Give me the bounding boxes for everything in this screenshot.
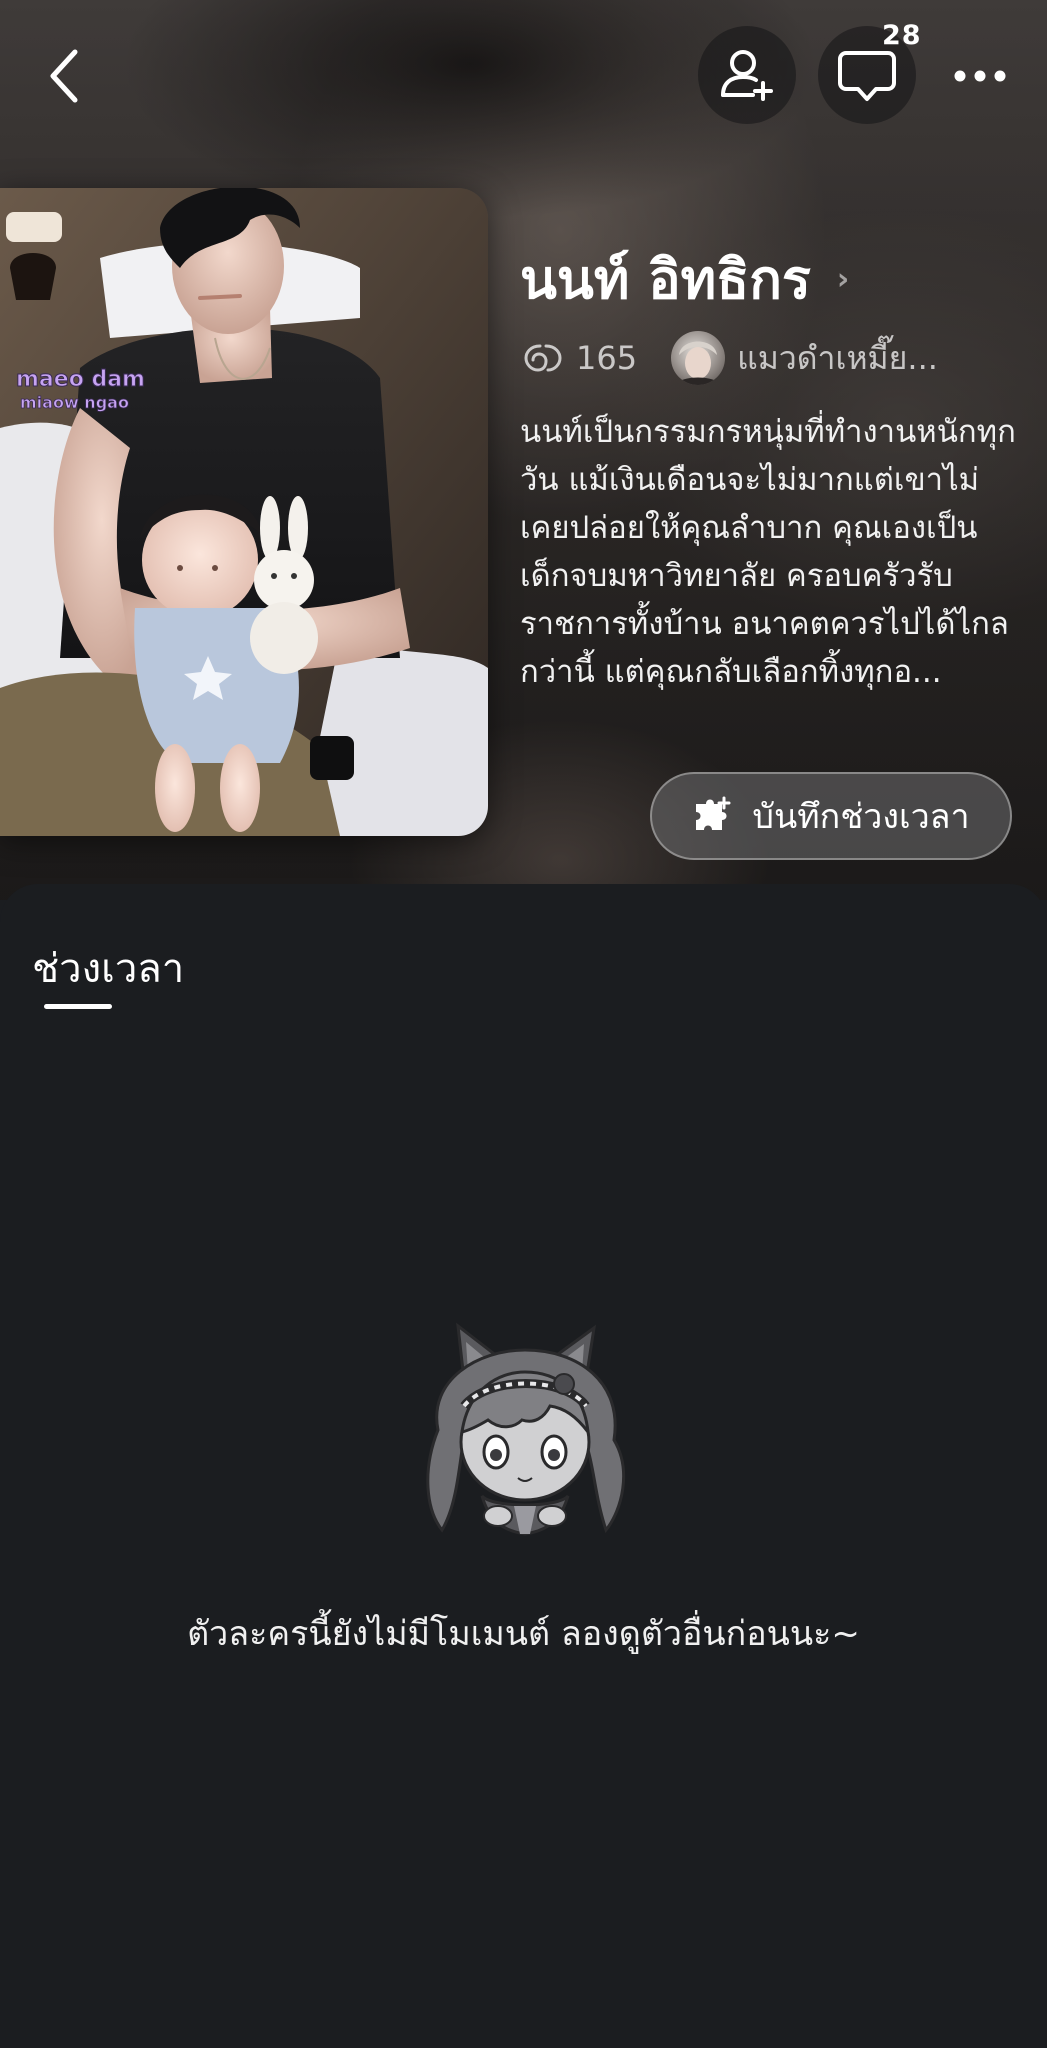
creator-avatar[interactable] <box>671 331 726 385</box>
save-moment-label: บันทึกช่วงเวลา <box>752 797 970 837</box>
more-horizontal-icon <box>954 70 1006 82</box>
follow-button[interactable] <box>698 26 796 124</box>
add-user-icon <box>721 50 773 101</box>
chevron-left-icon <box>50 49 78 103</box>
cover-watermark-sub: miaow ngao <box>20 393 129 412</box>
puzzle-plus-icon <box>696 796 731 830</box>
moments-panel: ช่วงเวลา ตัวละครนี้ยังไม่มีโมเมนต์ ลองดู… <box>0 884 1047 2048</box>
character-description: นนท์เป็นกรรมกรหนุ่มที่ทำงานหนักทุกวัน แม… <box>520 414 1016 690</box>
creator-name[interactable]: แมวดำเหมี๊ย... <box>737 333 938 384</box>
character-name: นนท์ อิทธิกร <box>520 248 811 311</box>
character-stats: 165 แมวดำเหมี๊ย... <box>522 330 938 386</box>
tab-moments[interactable]: ช่วงเวลา <box>32 936 184 1000</box>
back-button[interactable] <box>36 40 92 112</box>
cover-watermark: maeo dam <box>16 367 145 392</box>
active-tab-indicator <box>44 1004 112 1009</box>
chat-count-icon <box>524 344 562 372</box>
chat-bubble-icon <box>838 51 896 101</box>
chevron-right-icon: › <box>836 261 850 297</box>
character-hero: 28 maeo dam miaow ngao นนท์ อิทธิกร › 16… <box>0 0 1047 900</box>
chat-count: 165 <box>576 339 638 377</box>
chat-count-badge: 28 <box>882 20 922 51</box>
empty-state-illustration <box>418 1320 632 1554</box>
empty-state-message: ตัวละครนี้ยังไม่มีโมเมนต์ ลองดูตัวอื่นก่… <box>187 1614 860 1654</box>
save-moment-button[interactable]: บันทึกช่วงเวลา <box>650 772 1012 860</box>
character-cover-image: maeo dam miaow ngao <box>0 188 488 836</box>
character-name-link[interactable]: นนท์ อิทธิกร › <box>520 236 849 322</box>
more-options-button[interactable] <box>940 40 1020 112</box>
